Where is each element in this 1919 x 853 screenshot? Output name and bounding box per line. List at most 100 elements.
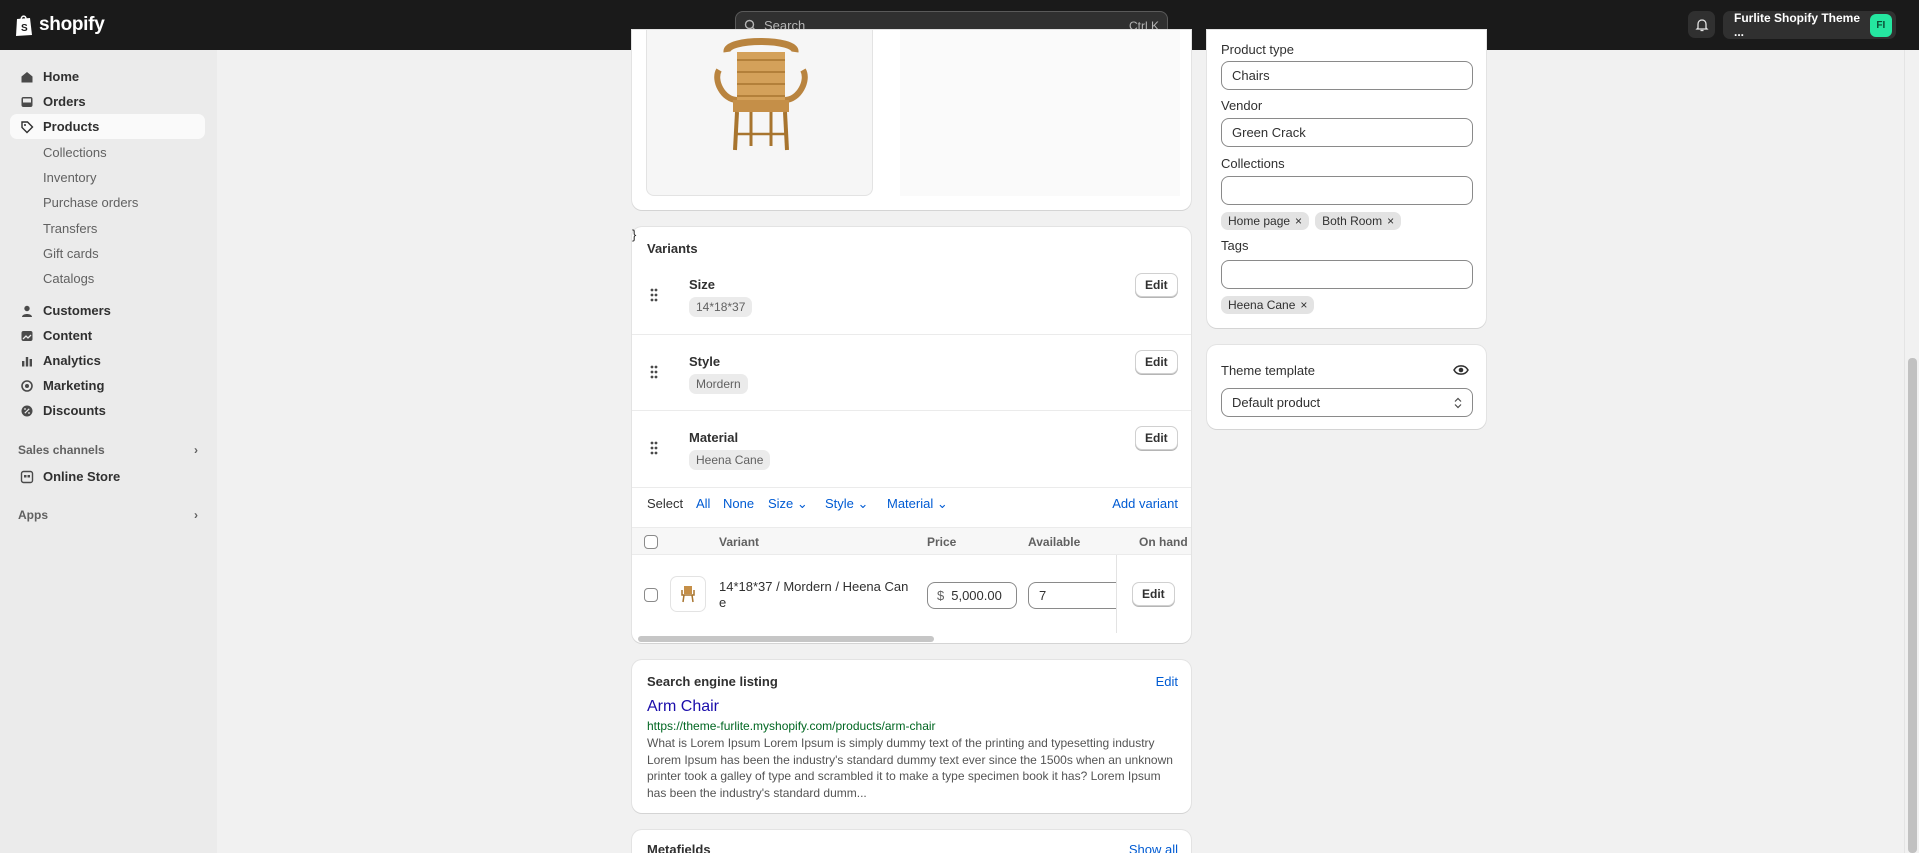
variant-available-input[interactable]: 7 [1028,582,1118,609]
theme-template-select[interactable]: Default product [1221,388,1473,417]
sidebar-subitem-transfers[interactable]: Transfers [43,221,97,236]
sidebar-item-label: Discounts [43,403,106,418]
sidebar-item-home[interactable]: Home [10,64,205,89]
select-all-checkbox[interactable] [644,535,658,549]
table-row[interactable]: 14*18*37 / Mordern / Heena Can e $ 5,000… [632,227,1191,633]
chip-label: Home page [1228,214,1291,228]
apps-header[interactable]: Apps › [18,508,198,522]
product-type-value: Chairs [1232,68,1270,83]
theme-template-value: Default product [1232,395,1321,410]
store-menu-button[interactable]: Furlite Shopify Theme ... FI [1723,11,1896,39]
collection-chip: Home page × [1221,212,1310,230]
store-name: Furlite Shopify Theme ... [1734,11,1861,39]
armchair-image [714,38,808,151]
chevron-right-icon: › [194,443,198,457]
target-icon [21,379,33,392]
seo-page-title: Arm Chair [647,698,720,715]
sidebar-subitem-collections[interactable]: Collections [43,145,107,160]
svg-text:S: S [21,23,28,34]
discount-icon [21,405,33,416]
tags-chips: Heena Cane × [1221,296,1315,314]
sidebar-item-orders[interactable]: Orders [10,89,205,114]
product-type-input[interactable]: Chairs [1221,61,1473,90]
sidebar-item-content[interactable]: Content [10,323,205,348]
filter-material-dropdown[interactable]: Material ⌄ [887,496,948,512]
eye-icon[interactable] [1453,364,1469,376]
chevron-right-icon: › [194,508,198,522]
apps-label: Apps [18,508,48,522]
inbox-icon [21,96,33,107]
sidebar-item-label: Content [43,328,93,343]
edit-style-option-button[interactable]: Edit [1135,350,1178,374]
sidebar-item-products[interactable]: Products [10,114,205,139]
table-horizontal-scrollbar[interactable] [638,636,934,642]
filter-size-dropdown[interactable]: Size ⌄ [768,496,808,512]
filter-size-label: Size [768,496,794,511]
vendor-input[interactable]: Green Crack [1221,118,1473,147]
metafields-show-all-link[interactable]: Show all [1129,842,1178,853]
tag-chip: Heena Cane × [1221,296,1315,314]
sidebar-subitem-purchase-orders[interactable]: Purchase orders [43,195,138,210]
notifications-button[interactable] [1688,11,1715,38]
column-available: Available [1028,535,1081,549]
sales-channels-header[interactable]: Sales channels › [18,443,198,457]
drag-handle-icon[interactable] [649,365,659,379]
sidebar-item-label: Marketing [43,378,105,393]
close-icon[interactable]: × [1387,214,1394,228]
bell-icon [1694,18,1709,31]
tags-input[interactable] [1221,260,1473,289]
variant-price-input[interactable]: $ 5,000.00 [927,582,1017,609]
select-all-link[interactable]: All [696,496,710,511]
scrollbar-thumb[interactable] [1908,358,1917,853]
sidebar-item-label: Analytics [43,353,101,368]
sidebar-item-discounts[interactable]: Discounts [10,398,205,423]
shopify-logo[interactable]: S shopify [14,13,105,37]
price-value: 5,000.00 [951,588,1002,603]
armchair-thumbnail-icon [681,586,695,603]
page-scrollbar[interactable] [1904,50,1919,853]
chevron-down-icon: ⌄ [936,496,948,511]
theme-template-card: Theme template Default product [1207,345,1486,429]
content-icon [21,330,33,341]
sidebar-subitem-catalogs[interactable]: Catalogs [43,271,94,286]
variant-thumbnail[interactable] [670,576,706,612]
drag-handle-icon[interactable] [649,288,659,302]
storefront-icon [20,470,34,483]
home-icon [21,71,33,82]
close-icon[interactable]: × [1300,298,1307,312]
collections-input[interactable] [1221,176,1473,205]
column-variant: Variant [719,535,760,549]
variant-name[interactable]: 14*18*37 / Mordern / Heena Can e [719,579,908,611]
select-none-link[interactable]: None [723,496,754,511]
bar-chart-icon [22,356,32,366]
close-icon[interactable]: × [1295,214,1302,228]
media-card [632,30,1191,210]
vendor-label: Vendor [1221,98,1263,113]
shopify-wordmark: shopify [39,14,105,35]
chip-label: Heena Cane [1228,298,1296,312]
row-checkbox[interactable] [644,588,658,602]
variant-name-line1: 14*18*37 / Mordern / Heena Can [719,579,909,594]
sidebar-item-label: Orders [43,94,86,109]
edit-variant-button[interactable]: Edit [1132,582,1175,606]
edit-size-option-button[interactable]: Edit [1135,273,1178,297]
sidebar-item-customers[interactable]: Customers [10,298,205,323]
seo-url: https://theme-furlite.myshopify.com/prod… [647,719,936,733]
edit-material-option-button[interactable]: Edit [1135,426,1178,450]
filter-style-dropdown[interactable]: Style ⌄ [825,496,868,512]
sidebar-item-label: Home [43,69,80,84]
sidebar-subitem-gift-cards[interactable]: Gift cards [43,246,99,261]
sidebar-item-marketing[interactable]: Marketing [10,373,205,398]
option-name-material: Material [689,430,739,445]
drag-handle-icon[interactable] [649,441,659,455]
sidebar-subitem-inventory[interactable]: Inventory [43,170,96,185]
product-type-label: Product type [1221,42,1294,57]
variants-title: Variants [647,241,698,256]
currency-symbol: $ [937,588,945,603]
sidebar-item-analytics[interactable]: Analytics [10,348,205,373]
seo-edit-link[interactable]: Edit [1156,674,1178,689]
add-variant-link[interactable]: Add variant [1112,496,1178,511]
sidebar-item-online-store[interactable]: Online Store [10,464,205,489]
product-image-frame[interactable] [646,30,873,196]
option-name-size: Size [689,277,716,292]
